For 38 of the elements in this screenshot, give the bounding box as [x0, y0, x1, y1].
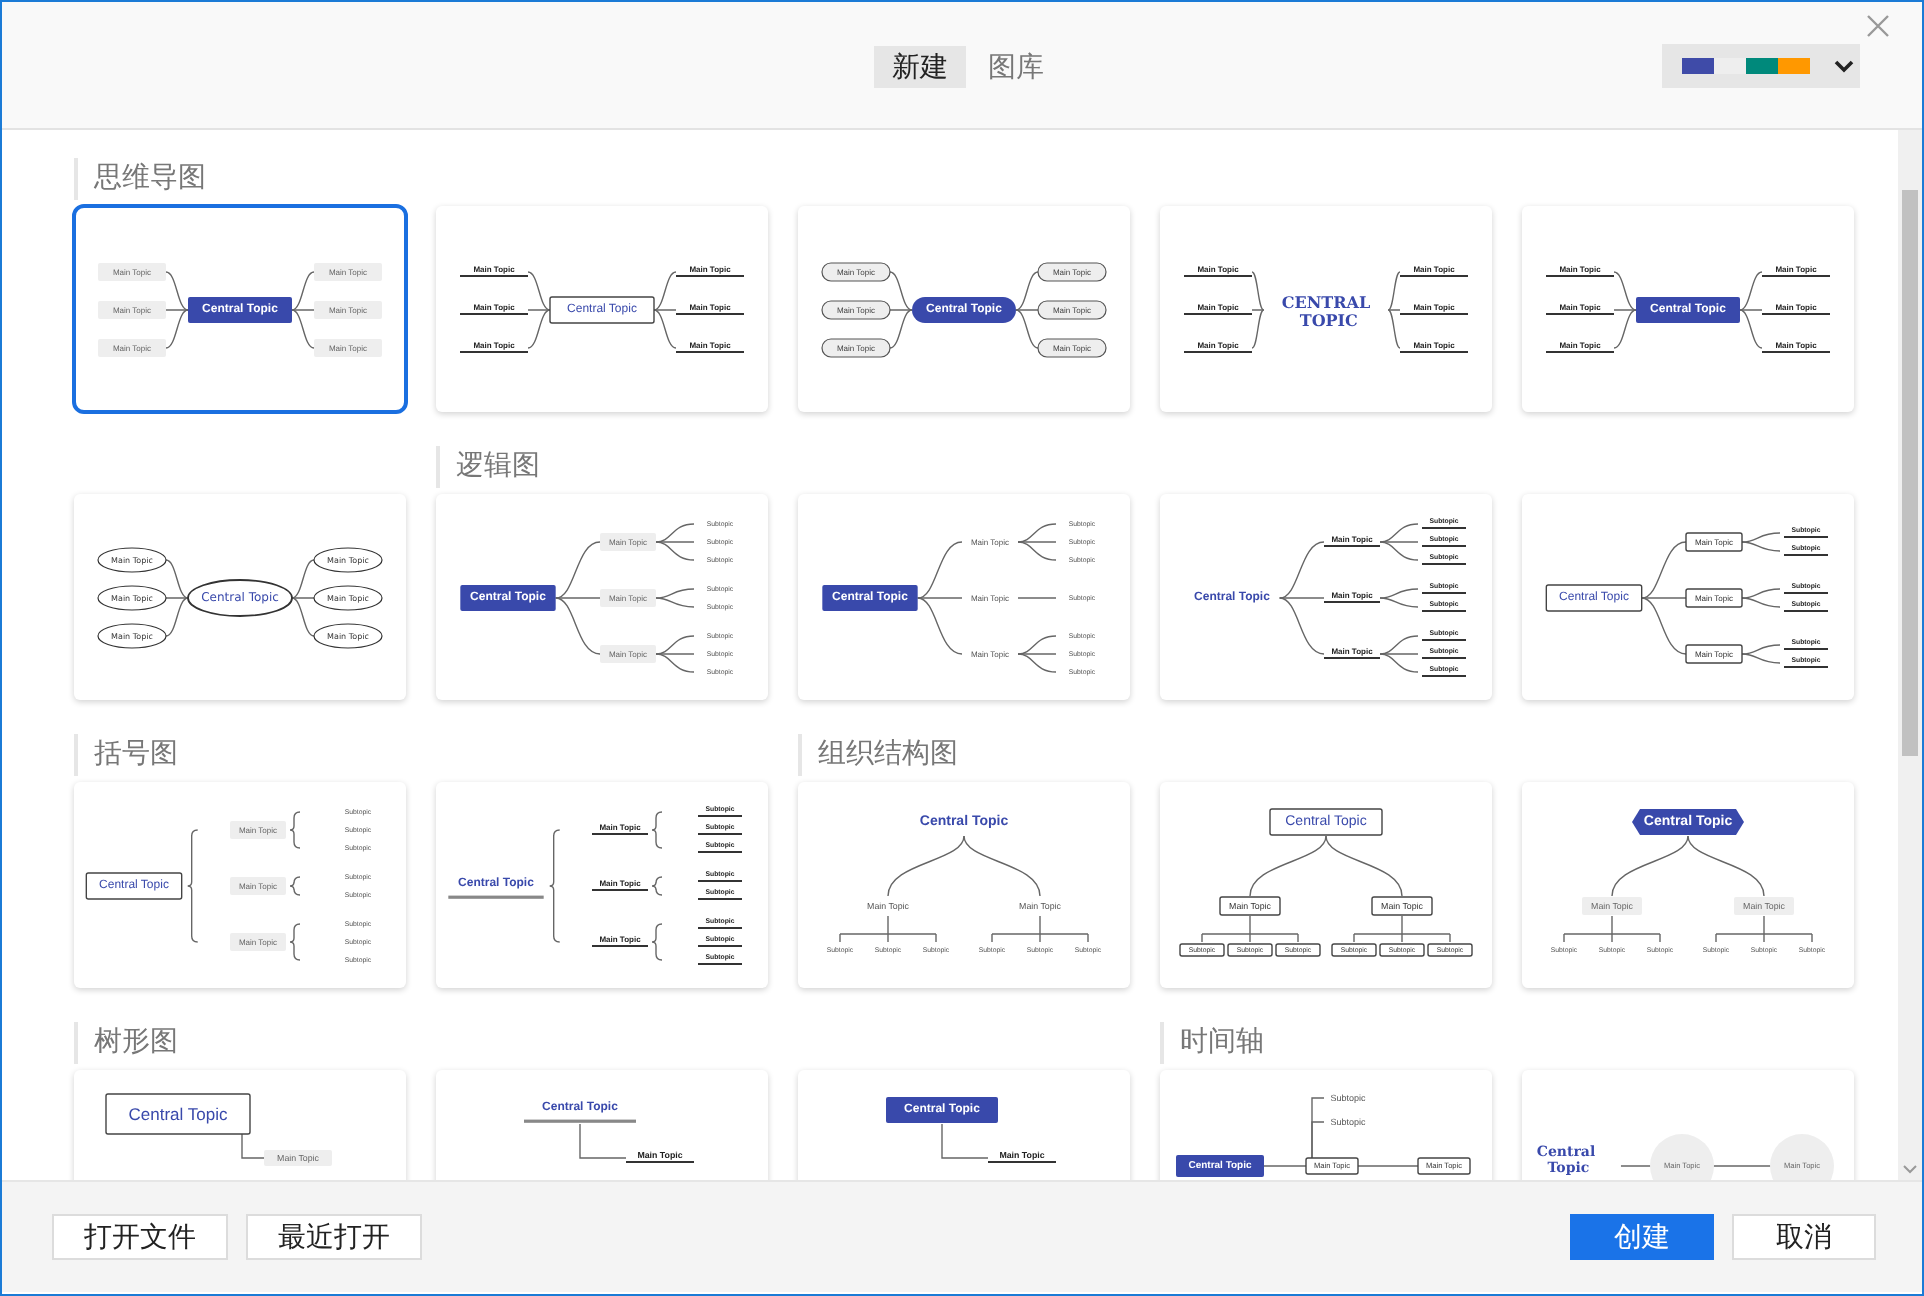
connector-line: [651, 876, 663, 896]
section-title: 树形图: [74, 1022, 406, 1064]
connector-line: [579, 1123, 627, 1159]
tab[interactable]: 图库: [970, 46, 1062, 88]
connector-line: [1017, 597, 1057, 599]
tab[interactable]: 新建: [874, 46, 966, 88]
close-icon[interactable]: [1866, 14, 1890, 38]
connector-line: [548, 829, 561, 943]
footer-button[interactable]: 打开文件: [52, 1214, 228, 1260]
cancel-button[interactable]: 取消: [1732, 1214, 1876, 1260]
connector-line: [241, 1133, 265, 1159]
create-button[interactable]: 创建: [1570, 1214, 1714, 1260]
connector-line: [289, 811, 301, 849]
footer-button[interactable]: 最近打开: [246, 1214, 422, 1260]
central-topic: Central Topic: [105, 1093, 251, 1135]
connector-line: [941, 1123, 989, 1159]
connector-line: [289, 923, 301, 961]
section-title: 组织结构图: [798, 734, 1130, 776]
color-swatch-icon: [1682, 58, 1810, 74]
color-theme-dropdown[interactable]: [1662, 44, 1860, 88]
connector-line: [651, 923, 663, 961]
section-title: 括号图: [74, 734, 406, 776]
scroll-down-icon[interactable]: [1902, 1164, 1918, 1174]
central-topic: CENTRAL TOPIC: [1281, 291, 1371, 330]
scrollbar[interactable]: [1898, 130, 1922, 1180]
section-title: 逻辑图: [436, 446, 768, 488]
connector-line: [1325, 835, 1403, 897]
connector-line: [1249, 835, 1327, 897]
connector-line: [887, 835, 965, 897]
section-title: 思维导图: [74, 158, 406, 200]
connector-line: [963, 835, 1041, 897]
section-title: 时间轴: [1160, 1022, 1492, 1064]
connector-line: [187, 829, 199, 943]
chevron-down-icon: [1834, 59, 1854, 73]
connector-line: [651, 811, 663, 849]
connector-line: [1611, 835, 1689, 897]
connector-line: [1687, 835, 1765, 897]
connector-line: [289, 876, 301, 896]
